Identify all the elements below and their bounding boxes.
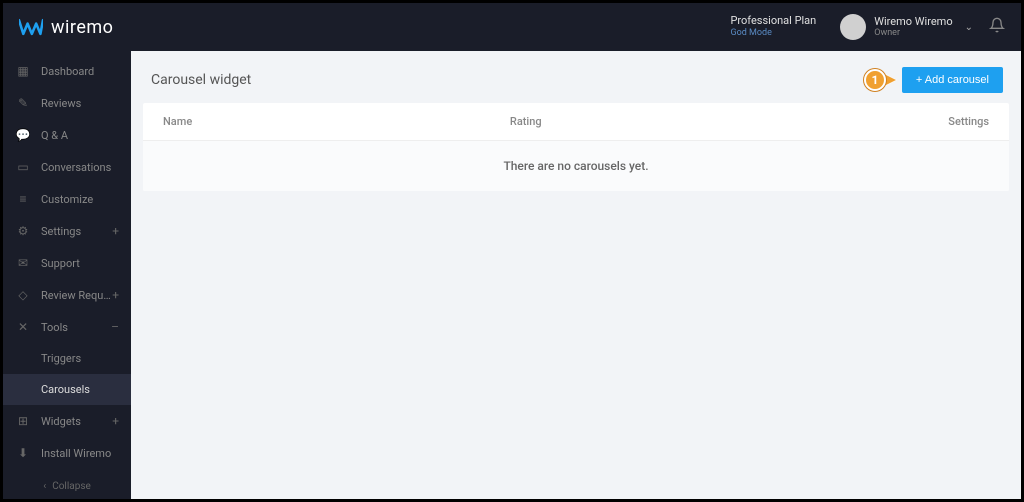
sidebar-item-label: Review Request	[41, 289, 112, 302]
sidebar-item-settings[interactable]: ⚙ Settings +	[3, 215, 131, 247]
column-name: Name	[163, 115, 510, 128]
main-content: Carousel widget 1 + Add carousel Name Ra…	[131, 51, 1021, 499]
sidebar-subitem-carousels[interactable]: Carousels	[3, 374, 131, 405]
qa-icon: 💬	[15, 128, 31, 142]
tools-icon: ✕	[15, 320, 31, 334]
sidebar-item-label: Support	[41, 257, 119, 270]
column-rating: Rating	[510, 115, 857, 128]
user-role: Owner	[874, 28, 952, 39]
sidebar-item-qa[interactable]: 💬 Q & A	[3, 119, 131, 151]
topbar: wiremo Professional Plan God Mode Wiremo…	[3, 3, 1021, 51]
expand-icon: +	[112, 224, 119, 238]
column-settings: Settings	[857, 115, 989, 128]
sidebar-item-dashboard[interactable]: ▦ Dashboard	[3, 55, 131, 87]
expand-icon: +	[112, 288, 119, 302]
conversations-icon: ▭	[15, 160, 31, 174]
add-carousel-button[interactable]: + Add carousel	[902, 67, 1003, 93]
dashboard-icon: ▦	[15, 64, 31, 78]
logo[interactable]: wiremo	[19, 17, 113, 38]
page-header: Carousel widget 1 + Add carousel	[143, 61, 1009, 103]
plan-name: Professional Plan	[730, 14, 816, 28]
sidebar-item-review-request[interactable]: ◇ Review Request +	[3, 279, 131, 311]
collapse-button[interactable]: ‹ Collapse	[3, 481, 131, 492]
empty-state: There are no carousels yet.	[143, 141, 1009, 191]
reviews-icon: ✎	[15, 96, 31, 110]
sidebar-item-install[interactable]: ⬇ Install Wiremo	[3, 437, 131, 469]
sidebar-item-label: Settings	[41, 225, 112, 238]
sidebar-item-label: Customize	[41, 193, 119, 206]
sidebar-item-conversations[interactable]: ▭ Conversations	[3, 151, 131, 183]
sidebar-item-label: Conversations	[41, 161, 119, 174]
collapse-label: Collapse	[52, 481, 91, 492]
chevron-left-icon: ‹	[43, 481, 46, 492]
table-header: Name Rating Settings	[143, 103, 1009, 141]
widgets-icon: ⊞	[15, 414, 31, 428]
sidebar-item-customize[interactable]: ≡ Customize	[3, 183, 131, 215]
logo-text: wiremo	[51, 17, 113, 38]
user-menu[interactable]: Wiremo Wiremo Owner ⌄	[840, 14, 973, 40]
customize-icon: ≡	[15, 192, 31, 206]
download-icon: ⬇	[15, 446, 31, 460]
sidebar-item-widgets[interactable]: ⊞ Widgets +	[3, 405, 131, 437]
plan-info[interactable]: Professional Plan God Mode	[730, 14, 816, 40]
sidebar-item-label: Widgets	[41, 415, 112, 428]
sidebar-item-label: Tools	[41, 321, 111, 334]
bell-icon[interactable]	[989, 17, 1005, 37]
logo-icon	[19, 18, 43, 36]
review-request-icon: ◇	[15, 288, 31, 302]
sidebar-item-support[interactable]: ✉ Support	[3, 247, 131, 279]
sidebar-item-label: Carousels	[41, 383, 119, 396]
sidebar-item-label: Triggers	[41, 352, 119, 365]
collapse-icon: –	[111, 320, 119, 334]
sidebar-item-label: Q & A	[41, 129, 119, 142]
callout-number: 1	[864, 69, 886, 91]
expand-icon: +	[112, 414, 119, 428]
sidebar-item-label: Dashboard	[41, 65, 119, 78]
chevron-down-icon: ⌄	[965, 22, 973, 33]
sidebar-item-label: Reviews	[41, 97, 119, 110]
sidebar-item-label: Install Wiremo	[41, 447, 119, 460]
carousel-table: Name Rating Settings There are no carous…	[143, 103, 1009, 191]
gear-icon: ⚙	[15, 224, 31, 238]
sidebar-item-reviews[interactable]: ✎ Reviews	[3, 87, 131, 119]
plan-mode: God Mode	[730, 28, 771, 40]
sidebar-subitem-triggers[interactable]: Triggers	[3, 343, 131, 374]
user-name: Wiremo Wiremo	[874, 15, 952, 28]
sidebar-item-tools[interactable]: ✕ Tools –	[3, 311, 131, 343]
page-title: Carousel widget	[151, 72, 251, 88]
callout-badge: 1	[864, 69, 896, 91]
support-icon: ✉	[15, 256, 31, 270]
sidebar: ▦ Dashboard ✎ Reviews 💬 Q & A ▭ Conversa…	[3, 51, 131, 499]
avatar	[840, 14, 866, 40]
